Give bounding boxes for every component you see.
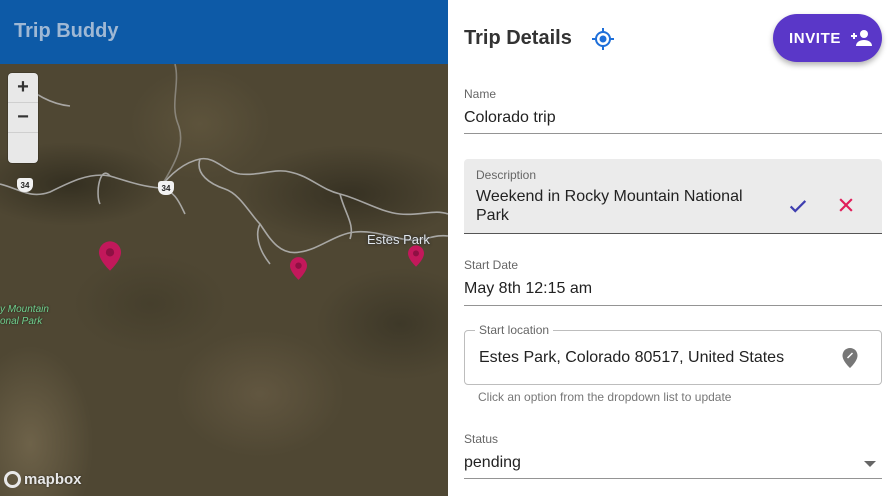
app-bar: Trip Buddy bbox=[0, 0, 448, 64]
invite-button[interactable]: INVITE bbox=[773, 14, 882, 62]
description-field[interactable]: Description Weekend in Rocky Mountain Na… bbox=[464, 159, 882, 234]
description-label: Description bbox=[476, 168, 537, 182]
close-icon bbox=[839, 198, 853, 212]
cancel-button[interactable] bbox=[832, 191, 860, 219]
zoom-control: + − bbox=[8, 73, 38, 163]
panel-title: Trip Details bbox=[464, 27, 572, 49]
map[interactable]: + − 34 34 Estes Park y Mountain onal Par… bbox=[0, 64, 448, 496]
map-pin-icon[interactable] bbox=[290, 257, 307, 280]
map-roads bbox=[0, 64, 448, 265]
confirm-button[interactable] bbox=[784, 192, 812, 220]
route-shield: 34 bbox=[158, 181, 174, 195]
name-label: Name bbox=[464, 87, 497, 101]
mapbox-logo-text: mapbox bbox=[24, 471, 82, 488]
mapbox-logo[interactable]: mapbox bbox=[4, 471, 82, 488]
person-add-icon bbox=[850, 30, 872, 46]
check-icon bbox=[789, 200, 807, 213]
start-date-label: Start Date bbox=[464, 258, 519, 272]
location-pin-icon[interactable] bbox=[840, 347, 860, 369]
park-label-line: onal Park bbox=[0, 316, 43, 327]
status-select[interactable]: pending bbox=[464, 454, 521, 472]
map-pin-icon[interactable] bbox=[99, 241, 121, 271]
route-shield: 34 bbox=[17, 178, 33, 192]
dropdown-arrow-icon[interactable] bbox=[863, 460, 877, 468]
app-title: Trip Buddy bbox=[14, 20, 119, 42]
name-input[interactable]: Colorado trip bbox=[464, 109, 556, 127]
start-location-field[interactable]: Start location Estes Park, Colorado 8051… bbox=[464, 323, 882, 385]
status-underline bbox=[464, 478, 882, 479]
mapbox-logo-icon bbox=[4, 471, 21, 488]
status-label: Status bbox=[464, 432, 499, 446]
name-underline bbox=[464, 133, 882, 134]
start-location-label: Start location bbox=[475, 323, 554, 337]
zoom-out-button[interactable]: − bbox=[8, 103, 38, 133]
zoom-in-button[interactable]: + bbox=[8, 73, 38, 103]
start-location-helper: Click an option from the dropdown list t… bbox=[478, 390, 732, 404]
start-location-input[interactable]: Estes Park, Colorado 80517, United State… bbox=[479, 349, 784, 367]
park-label-line: y Mountain bbox=[0, 304, 49, 315]
invite-button-label: INVITE bbox=[789, 29, 841, 47]
park-label: y Mountain onal Park bbox=[0, 304, 49, 328]
compass-button[interactable] bbox=[8, 133, 38, 163]
description-input[interactable]: Weekend in Rocky Mountain National Park bbox=[476, 187, 766, 225]
map-pin-icon[interactable] bbox=[408, 245, 424, 267]
trip-details-panel: Trip Details INVITE Name Colorado trip D… bbox=[448, 0, 895, 496]
start-date-underline bbox=[464, 305, 882, 306]
my-location-icon[interactable] bbox=[591, 27, 615, 51]
start-date-input[interactable]: May 8th 12:15 am bbox=[464, 280, 592, 298]
